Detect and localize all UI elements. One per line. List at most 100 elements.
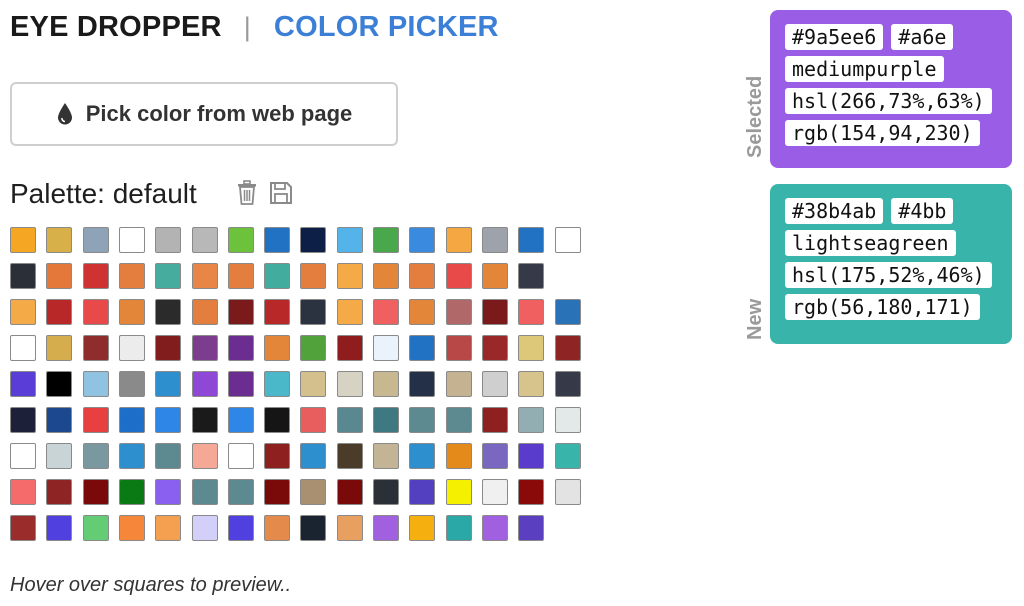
palette-swatch[interactable] (264, 227, 291, 253)
palette-swatch[interactable] (155, 407, 182, 433)
palette-swatch[interactable] (518, 407, 545, 433)
palette-swatch[interactable] (46, 515, 73, 541)
palette-swatch[interactable] (155, 479, 182, 505)
palette-swatch[interactable] (46, 407, 73, 433)
palette-swatch[interactable] (300, 371, 327, 397)
palette-swatch[interactable] (118, 263, 145, 289)
palette-swatch[interactable] (118, 335, 145, 361)
palette-swatch[interactable] (554, 371, 581, 397)
palette-swatch[interactable] (82, 479, 109, 505)
palette-swatch[interactable] (118, 515, 145, 541)
palette-swatch[interactable] (46, 227, 73, 253)
palette-swatch[interactable] (518, 335, 545, 361)
palette-swatch[interactable] (373, 479, 399, 505)
palette-swatch[interactable] (373, 263, 399, 289)
palette-swatch[interactable] (481, 335, 508, 361)
palette-swatch[interactable] (518, 227, 545, 253)
tab-eye-dropper[interactable]: EYE DROPPER (10, 11, 222, 44)
palette-swatch[interactable] (227, 371, 254, 397)
palette-swatch[interactable] (409, 263, 436, 289)
selected-name[interactable]: mediumpurple (785, 56, 944, 82)
palette-swatch[interactable] (155, 335, 182, 361)
palette-swatch[interactable] (191, 227, 218, 253)
palette-swatch[interactable] (554, 479, 581, 505)
palette-swatch[interactable] (300, 515, 327, 541)
palette-swatch[interactable] (409, 443, 436, 469)
palette-swatch[interactable] (10, 335, 36, 361)
palette-swatch[interactable] (227, 299, 254, 325)
palette-swatch[interactable] (10, 443, 36, 469)
palette-swatch[interactable] (82, 299, 109, 325)
selected-rgb[interactable]: rgb(154,94,230) (785, 120, 980, 146)
palette-swatch[interactable] (518, 479, 545, 505)
palette-swatch[interactable] (300, 335, 327, 361)
new-name[interactable]: lightseagreen (785, 230, 956, 256)
palette-swatch[interactable] (373, 443, 399, 469)
tab-color-picker[interactable]: COLOR PICKER (274, 11, 499, 44)
palette-swatch[interactable] (191, 263, 218, 289)
palette-swatch[interactable] (118, 299, 145, 325)
pick-color-button[interactable]: Pick color from web page (10, 82, 398, 146)
palette-swatch[interactable] (10, 299, 36, 325)
palette-swatch[interactable] (336, 227, 363, 253)
palette-swatch[interactable] (227, 227, 254, 253)
palette-swatch[interactable] (155, 515, 182, 541)
palette-swatch[interactable] (554, 443, 581, 469)
palette-swatch[interactable] (373, 515, 399, 541)
palette-swatch[interactable] (191, 299, 218, 325)
palette-swatch[interactable] (155, 299, 182, 325)
selected-hex-short[interactable]: #a6e (891, 24, 954, 50)
palette-swatch[interactable] (300, 443, 327, 469)
palette-swatch[interactable] (191, 515, 218, 541)
palette-swatch[interactable] (227, 443, 254, 469)
palette-swatch[interactable] (46, 443, 73, 469)
palette-swatch[interactable] (481, 515, 508, 541)
palette-swatch[interactable] (481, 371, 508, 397)
palette-swatch[interactable] (336, 407, 363, 433)
palette-swatch[interactable] (155, 443, 182, 469)
palette-swatch[interactable] (82, 443, 109, 469)
palette-swatch[interactable] (82, 407, 109, 433)
palette-swatch[interactable] (191, 335, 218, 361)
palette-swatch[interactable] (46, 299, 73, 325)
palette-swatch[interactable] (82, 335, 109, 361)
palette-swatch[interactable] (554, 227, 581, 253)
palette-swatch[interactable] (445, 371, 472, 397)
palette-swatch[interactable] (336, 335, 363, 361)
palette-swatch[interactable] (155, 263, 182, 289)
palette-swatch[interactable] (518, 515, 545, 541)
palette-swatch[interactable] (118, 227, 145, 253)
palette-swatch[interactable] (518, 443, 545, 469)
palette-swatch[interactable] (409, 335, 436, 361)
palette-swatch[interactable] (518, 299, 545, 325)
palette-swatch[interactable] (191, 371, 218, 397)
palette-swatch[interactable] (445, 299, 472, 325)
palette-swatch[interactable] (445, 479, 472, 505)
palette-swatch[interactable] (227, 479, 254, 505)
palette-swatch[interactable] (264, 371, 291, 397)
palette-swatch[interactable] (445, 227, 472, 253)
palette-swatch[interactable] (445, 335, 472, 361)
selected-hex[interactable]: #9a5ee6 (785, 24, 884, 50)
palette-swatch[interactable] (10, 371, 36, 397)
palette-swatch[interactable] (336, 443, 363, 469)
palette-swatch[interactable] (118, 443, 145, 469)
palette-swatch[interactable] (191, 479, 218, 505)
palette-swatch[interactable] (264, 515, 291, 541)
palette-swatch[interactable] (118, 371, 145, 397)
palette-swatch[interactable] (373, 227, 399, 253)
palette-swatch[interactable] (300, 227, 327, 253)
palette-swatch[interactable] (227, 407, 254, 433)
palette-swatch[interactable] (481, 407, 508, 433)
palette-swatch[interactable] (264, 443, 291, 469)
palette-swatch[interactable] (46, 263, 73, 289)
palette-swatch[interactable] (264, 299, 291, 325)
palette-swatch[interactable] (409, 479, 436, 505)
palette-swatch[interactable] (82, 371, 109, 397)
palette-swatch[interactable] (336, 479, 363, 505)
palette-swatch[interactable] (481, 479, 508, 505)
palette-swatch[interactable] (10, 479, 36, 505)
palette-swatch[interactable] (82, 515, 109, 541)
palette-swatch[interactable] (481, 227, 508, 253)
palette-swatch[interactable] (300, 479, 327, 505)
